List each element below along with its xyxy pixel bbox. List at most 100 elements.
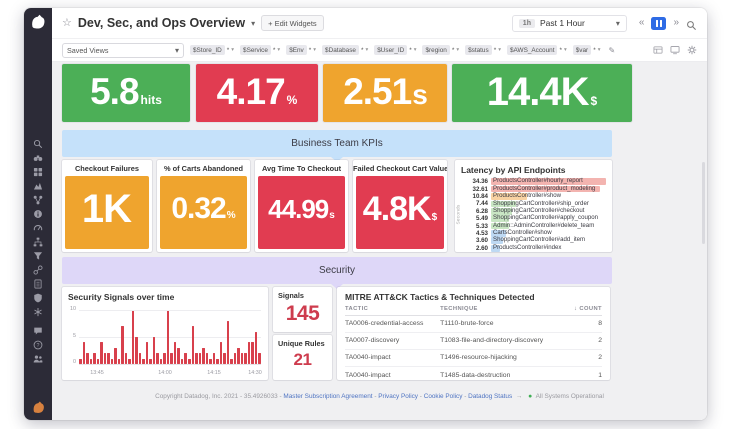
signal-bar xyxy=(184,353,187,364)
footer-link[interactable]: Master Subscription Agreement xyxy=(283,393,378,400)
chip-value: * xyxy=(409,47,412,54)
kpi-value-block: 0.32% xyxy=(160,176,247,249)
template-variable-chip[interactable]: $Store_ID * ▾ xyxy=(190,45,234,55)
group-banner-security[interactable]: Security xyxy=(62,257,612,284)
signal-bar xyxy=(135,337,138,364)
metric-value: 1K xyxy=(82,187,131,231)
template-variable-chip[interactable]: $User_ID * ▾ xyxy=(374,45,416,55)
help-icon[interactable]: ? xyxy=(33,340,43,350)
query-value-widget-latency[interactable]: 2.51s xyxy=(323,64,447,122)
settings-icon[interactable] xyxy=(33,307,43,317)
y-axis-tick: 10 xyxy=(67,306,76,312)
tracing-icon[interactable] xyxy=(33,237,43,247)
edit-widgets-button[interactable]: + Edit Widgets xyxy=(261,15,324,31)
group-banner-business-kpis[interactable]: Business Team KPIs xyxy=(62,130,612,157)
gear-icon[interactable] xyxy=(687,45,697,55)
kpi-widget-avg-checkout-time[interactable]: Avg Time To Checkout 44.99s xyxy=(255,160,348,252)
template-variable-chip[interactable]: $Env * ▾ xyxy=(286,45,316,55)
signal-bar xyxy=(128,359,131,364)
edit-variables-icon[interactable]: ✎ xyxy=(608,46,615,55)
dashboards-icon[interactable] xyxy=(33,167,43,177)
security-signals-bars xyxy=(79,310,261,364)
scrollbar-thumb[interactable] xyxy=(702,162,705,244)
signal-bar xyxy=(237,348,240,364)
query-value-widget-hits[interactable]: 5.8hits xyxy=(62,64,190,122)
table-widget-mitre-attack[interactable]: MITRE ATT&CK Tactics & Techniques Detect… xyxy=(337,287,610,380)
count-cell: 2 xyxy=(568,337,602,344)
tv-mode-icon[interactable] xyxy=(670,45,680,55)
x-axis-tick: 14:30 xyxy=(248,370,262,376)
logs-icon[interactable] xyxy=(33,251,43,261)
column-header-technique[interactable]: TECHNIQUE xyxy=(440,306,568,312)
technique-cell: T1083-file-and-directory-discovery xyxy=(440,337,568,344)
footer-link[interactable]: Cookie Policy xyxy=(424,393,468,400)
footer-link[interactable]: Datadog Status xyxy=(468,393,512,400)
timeseries-widget-security-signals[interactable]: Security Signals over time 10 5 0 13:45 … xyxy=(62,287,268,380)
column-header-count[interactable]: ↓ COUNT xyxy=(568,306,602,312)
signal-bar xyxy=(139,353,142,364)
query-value-widget-error-rate[interactable]: 4.17% xyxy=(196,64,318,122)
signal-bar xyxy=(241,353,244,364)
toplist-widget-latency-api-endpoints[interactable]: Latency by API Endpoints Seconds 34.36 P… xyxy=(455,160,612,252)
table-row[interactable]: TA0040-impact T1496-resource-hijacking 2 xyxy=(345,350,602,367)
signal-bar xyxy=(244,353,247,364)
pause-button[interactable] xyxy=(651,17,666,30)
datadog-logo-icon[interactable] xyxy=(29,13,47,31)
search-icon[interactable] xyxy=(33,139,43,149)
signal-bar xyxy=(202,348,205,364)
kpi-widget-carts-abandoned[interactable]: % of Carts Abandoned 0.32% xyxy=(157,160,250,252)
template-variable-chip[interactable]: $Service * ▾ xyxy=(240,45,280,55)
favorite-star-icon[interactable]: ☆ xyxy=(62,18,72,29)
kpi-value-block: 44.99s xyxy=(258,176,345,249)
kpi-widget-failed-cart-value[interactable]: Failed Checkout Cart Value 4.8K$ xyxy=(353,160,447,252)
watchdog-icon[interactable] xyxy=(33,153,43,163)
notebooks-icon[interactable] xyxy=(33,279,43,289)
metric-unit: $ xyxy=(432,212,438,223)
count-cell: 1 xyxy=(568,372,602,379)
signal-bar xyxy=(156,353,159,364)
datadog-mascot-icon[interactable] xyxy=(31,400,46,415)
monitors-icon[interactable] xyxy=(33,195,43,205)
tactic-cell: TA0040-impact xyxy=(345,354,440,361)
column-header-tactic[interactable]: TACTIC xyxy=(345,306,440,312)
time-chevron-down-icon: ▾ xyxy=(616,19,620,28)
saved-views-dropdown[interactable]: Saved Views ▾ xyxy=(62,43,184,58)
kpi-widget-checkout-failures[interactable]: Checkout Failures 1K xyxy=(62,160,152,252)
signal-bar xyxy=(153,337,156,364)
layout-mode-icon[interactable] xyxy=(653,45,663,55)
integrations-icon[interactable] xyxy=(33,265,43,275)
template-variable-chip[interactable]: $AWS_Account * ▾ xyxy=(507,45,567,55)
chip-value: * xyxy=(494,47,497,54)
footer-link[interactable]: Privacy Policy xyxy=(378,393,423,400)
title-chevron-down-icon[interactable]: ▾ xyxy=(251,19,255,28)
query-value-widget-unique-rules[interactable]: Unique Rules 21 xyxy=(273,335,332,380)
technique-cell: T1485-data-destruction xyxy=(440,372,568,379)
time-forward-icon[interactable]: » xyxy=(673,18,679,28)
query-value-widget-revenue[interactable]: 14.4K$ xyxy=(452,64,632,122)
metrics-icon[interactable] xyxy=(33,209,43,219)
query-value-widget-signals[interactable]: Signals 145 xyxy=(273,287,332,332)
system-status-text[interactable]: All Systems Operational xyxy=(536,393,604,400)
chat-icon[interactable] xyxy=(33,326,43,336)
time-range-selector[interactable]: 1h Past 1 Hour ▾ xyxy=(512,15,627,32)
template-variable-chip[interactable]: $Database * ▾ xyxy=(322,45,368,55)
template-variable-chip[interactable]: $region * ▾ xyxy=(422,45,459,55)
time-backward-icon[interactable]: « xyxy=(639,18,645,28)
widget-title: % of Carts Abandoned xyxy=(157,160,250,176)
signal-bar xyxy=(111,359,114,364)
dashboard-title[interactable]: Dev, Sec, and Ops Overview xyxy=(78,16,245,30)
org-users-icon[interactable] xyxy=(33,354,43,364)
table-row[interactable]: TA0007-discovery T1083-file-and-director… xyxy=(345,333,602,350)
table-row[interactable]: TA0006-credential-access T1110-brute-for… xyxy=(345,316,602,333)
chip-label: $AWS_Account xyxy=(507,45,558,55)
signal-bar xyxy=(213,353,216,364)
template-variable-chip[interactable]: $status * ▾ xyxy=(465,45,501,55)
template-variable-chip[interactable]: $var * ▾ xyxy=(573,45,601,55)
apm-icon[interactable] xyxy=(33,223,43,233)
sidebar-main-icons xyxy=(33,139,43,317)
header-search-icon[interactable] xyxy=(686,18,697,29)
security-icon[interactable] xyxy=(33,293,43,303)
toplist-row[interactable]: 2.60 ProductsController#index xyxy=(467,245,606,252)
table-row[interactable]: TA0040-impact T1485-data-destruction 1 xyxy=(345,367,602,383)
infrastructure-icon[interactable] xyxy=(33,181,43,191)
